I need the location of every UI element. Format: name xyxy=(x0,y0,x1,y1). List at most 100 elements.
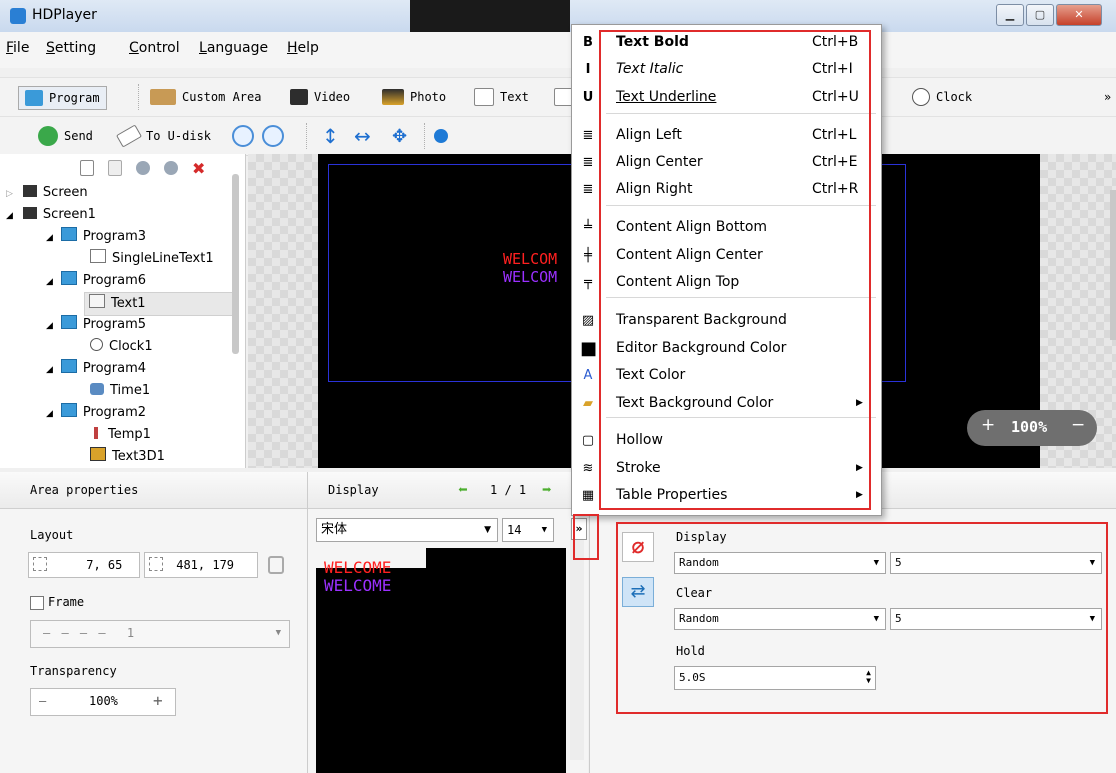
menu-setting[interactable]: Setting xyxy=(46,40,96,56)
close-button[interactable]: ✕ xyxy=(1056,4,1102,26)
tree-item-clock1[interactable]: Clock1 xyxy=(90,336,153,358)
next-page-icon[interactable]: ➡ xyxy=(542,472,552,508)
delete-icon[interactable]: ✖ xyxy=(192,159,205,178)
align-right-icon: ≣ xyxy=(582,182,594,197)
position-icon xyxy=(33,557,47,571)
action-toolbar: Send To U-disk ↕ ↔ ✥ xyxy=(0,116,1116,156)
to-udisk-button[interactable]: To U-disk xyxy=(115,124,211,148)
font-size-select[interactable]: 14 ▼ xyxy=(502,518,554,542)
tree-item-program2[interactable]: ◢ Program2 xyxy=(46,402,146,424)
bold-icon: B xyxy=(583,35,593,50)
align-center-icon: ≣ xyxy=(582,155,594,170)
program-icon xyxy=(25,90,43,106)
effects-highlight-box xyxy=(616,522,1108,714)
zoom-out-button[interactable] xyxy=(262,125,284,147)
move-up-icon[interactable] xyxy=(136,161,150,175)
zoom-out-small-button[interactable]: − xyxy=(1071,415,1085,435)
content-bottom-icon: ╧ xyxy=(584,220,592,235)
title-bar-overlay xyxy=(410,0,570,32)
text-button[interactable]: Text xyxy=(474,86,529,108)
tree-item-screen[interactable]: ▷ Screen xyxy=(6,182,88,204)
video-button[interactable]: Video xyxy=(290,86,350,108)
frame-style-select[interactable]: — — — — 1 ▼ xyxy=(30,620,290,648)
tree-item-time1[interactable]: Time1 xyxy=(90,380,150,402)
video-icon xyxy=(290,89,308,105)
transparency-stepper[interactable]: — 100% + xyxy=(30,688,176,716)
menu-control[interactable]: Control xyxy=(129,40,180,56)
zoom-in-button[interactable] xyxy=(232,125,254,147)
lock-icon[interactable] xyxy=(268,556,284,574)
page-indicator: 1 / 1 xyxy=(490,483,527,497)
tree-item-temp1[interactable]: Temp1 xyxy=(90,424,151,446)
preview-button[interactable] xyxy=(434,125,448,147)
send-button[interactable]: Send xyxy=(38,125,93,147)
tree-item-program3[interactable]: ◢ Program3 xyxy=(46,226,146,248)
menu-bar: File Setting Control Language Help xyxy=(0,32,1116,68)
menu-language[interactable]: Language xyxy=(199,40,268,56)
clock-icon xyxy=(912,88,930,106)
program-icon xyxy=(60,315,77,329)
toolbar-overflow-button[interactable]: » xyxy=(1104,86,1111,108)
text-icon xyxy=(89,294,105,308)
photo-icon xyxy=(382,89,404,105)
window-title: HDPlayer xyxy=(32,7,97,23)
tree-item-screen1[interactable]: ◢ Screen1 xyxy=(6,204,96,226)
size-icon xyxy=(149,557,163,571)
program-icon xyxy=(60,403,77,417)
text-color-icon: A xyxy=(583,368,593,383)
move-down-icon[interactable] xyxy=(164,161,178,175)
paste-icon[interactable] xyxy=(108,160,122,176)
chevron-down-icon: ▼ xyxy=(275,628,281,638)
text-icon xyxy=(474,88,494,106)
text3d-icon xyxy=(90,447,106,461)
screen-icon xyxy=(22,207,37,219)
frame-label: Frame xyxy=(48,595,85,609)
tree-item-program5[interactable]: ◢ Program5 xyxy=(46,314,146,336)
bg-color-icon: ■ xyxy=(580,338,598,359)
custom-area-button[interactable]: Custom Area xyxy=(150,86,261,108)
minimize-button[interactable]: ▁ xyxy=(996,4,1024,26)
title-bar: HDPlayer ▁ ▢ ✕ xyxy=(0,0,1116,33)
tree-scrollbar[interactable] xyxy=(232,174,239,354)
display-panel: Display ⬅ 1 / 1 ➡ 宋体 ▼ 14 ▼ WELCOME WELC… xyxy=(308,472,588,773)
photo-button[interactable]: Photo xyxy=(382,86,446,108)
transparency-decrease-button[interactable]: — xyxy=(39,689,46,713)
font-select[interactable]: 宋体 ▼ xyxy=(316,518,498,542)
tree-item-program6[interactable]: ◢ Program6 xyxy=(46,270,146,292)
zoom-in-small-button[interactable]: + xyxy=(981,415,995,435)
horizontal-arrows-icon: ↔ xyxy=(354,124,371,148)
thermometer-icon xyxy=(94,427,98,439)
insert-toolbar: Program Custom Area Video Photo Text Clo… xyxy=(0,77,1116,117)
clock-button[interactable]: Clock xyxy=(912,86,972,108)
stroke-icon: ≋ xyxy=(582,461,594,476)
horizontal-align-button[interactable]: ↔ xyxy=(354,124,371,148)
vertical-arrows-icon: ↕ xyxy=(322,124,339,148)
canvas-scrollbar[interactable] xyxy=(1110,190,1116,340)
position-field[interactable]: 7, 65 xyxy=(28,552,140,578)
vertical-align-button[interactable]: ↕ xyxy=(322,124,339,148)
program-button[interactable]: Program xyxy=(18,86,107,110)
transparency-label: Transparency xyxy=(30,664,117,678)
transparency-increase-button[interactable]: + xyxy=(153,689,163,713)
menu-help[interactable]: Help xyxy=(287,40,319,56)
copy-icon[interactable] xyxy=(80,160,94,176)
previous-page-icon[interactable]: ⬅ xyxy=(458,472,468,508)
tree-item-text3d1[interactable]: Text3D1 xyxy=(90,446,165,468)
tree-item-singlelinetext1[interactable]: SingleLineText1 xyxy=(90,248,214,270)
size-field[interactable]: 481, 179 xyxy=(144,552,258,578)
area-properties-header: Area properties xyxy=(0,472,307,509)
italic-icon: I xyxy=(585,62,591,77)
screen-icon xyxy=(22,185,37,197)
send-icon xyxy=(38,126,58,146)
tree-item-text1[interactable]: Text1 xyxy=(84,292,236,316)
content-center-icon: ╪ xyxy=(584,248,592,263)
tree-item-program4[interactable]: ◢ Program4 xyxy=(46,358,146,380)
program-tree: ✖ ▷ Screen ◢ Screen1 ◢ Program3 SingleLineT… xyxy=(0,154,246,468)
display-header: Display ⬅ 1 / 1 ➡ xyxy=(308,472,588,509)
maximize-button[interactable]: ▢ xyxy=(1026,4,1054,26)
chevron-down-icon: ▼ xyxy=(541,525,547,535)
move-button[interactable]: ✥ xyxy=(392,125,407,147)
tree-toolbar: ✖ xyxy=(80,158,240,178)
menu-file[interactable]: File xyxy=(6,40,29,56)
frame-checkbox[interactable] xyxy=(30,596,44,610)
